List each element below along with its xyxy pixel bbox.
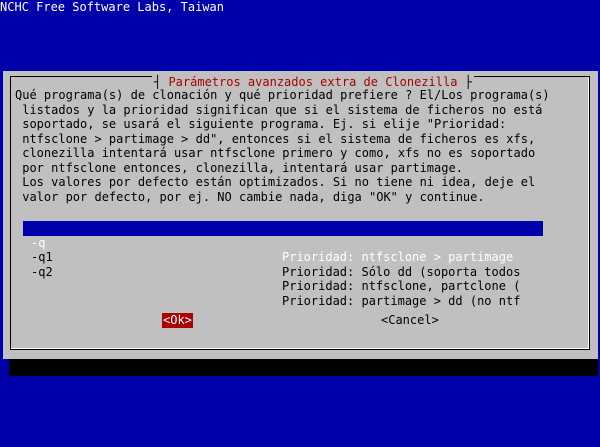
button-bar: <Ok> <Cancel> (3, 313, 598, 329)
dialog-title-text: Parámetros avanzados extra de Clonezilla (168, 75, 458, 89)
option-description: Prioridad: partimage > dd (no ntf (282, 293, 521, 308)
list-item-q[interactable]: -q Prioridad: ntfsclone > partimage (23, 221, 543, 264)
list-item-unnamed[interactable]: Prioridad: partimage > dd (no ntf (23, 265, 543, 308)
dialog-shadow (9, 359, 598, 376)
list-item-q2[interactable]: -q2 Prioridad: ntfsclone, partclone ( (23, 250, 543, 294)
ok-button[interactable]: <Ok> (162, 313, 193, 328)
list-item-q1[interactable]: -q1 Prioridad: Sólo dd (soporta todos (23, 236, 543, 279)
options-list[interactable]: -q Prioridad: ntfsclone > partimage -q1 … (23, 221, 543, 308)
dialog-box: ┤ Parámetros avanzados extra de Clonezil… (3, 71, 598, 359)
dialog-description: Qué programa(s) de clonación y qué prior… (15, 88, 550, 204)
cancel-button[interactable]: <Cancel> (381, 313, 439, 328)
option-description: Prioridad: ntfsclone, partclone ( (282, 279, 521, 293)
backtitle: NCHC Free Software Labs, Taiwan (0, 0, 224, 14)
